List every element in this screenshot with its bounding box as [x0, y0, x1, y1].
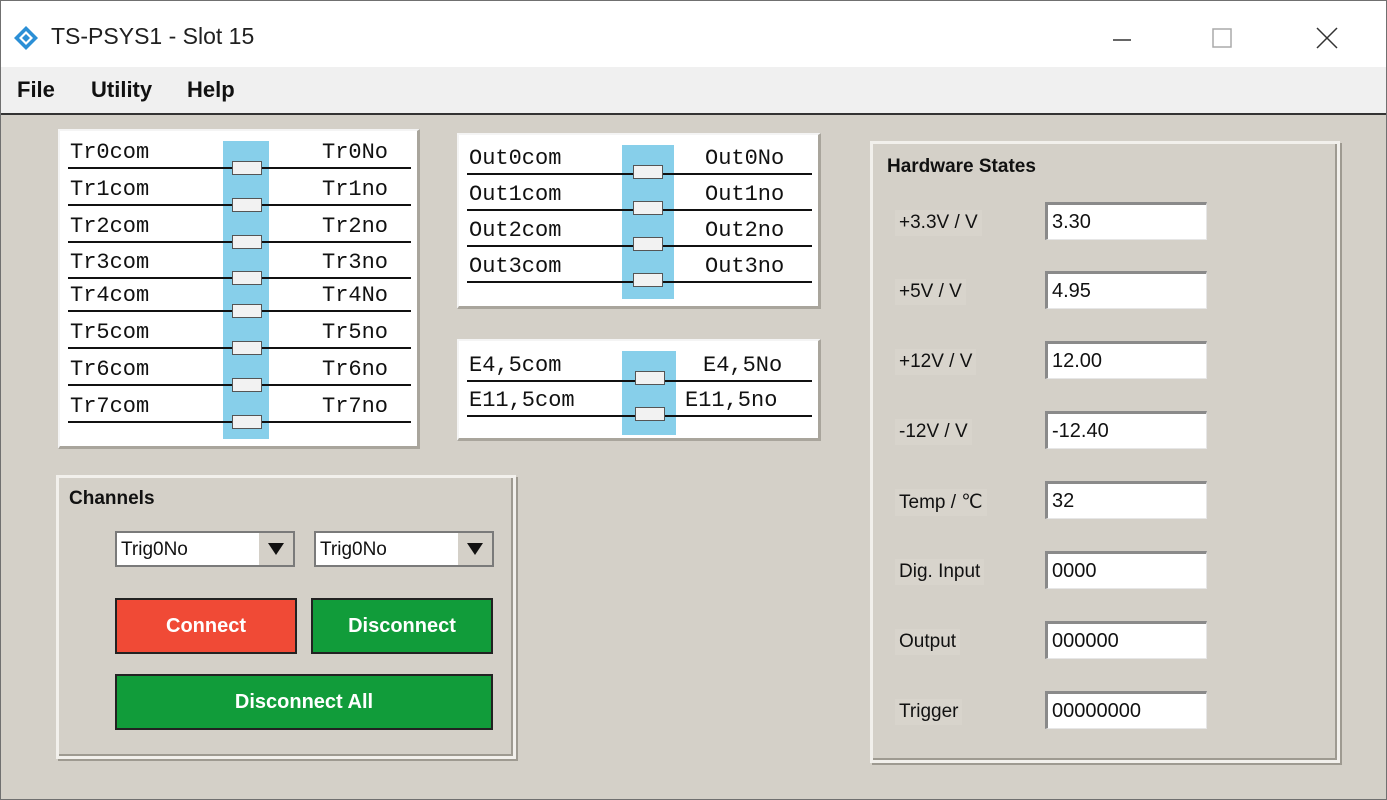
title-bar: TS-PSYS1 - Slot 15 [1, 1, 1386, 67]
relay-bar [223, 141, 269, 439]
relay-no-label: E11,5no [685, 388, 778, 413]
hw-value-trigger: 00000000 [1045, 691, 1207, 729]
relay-switch[interactable] [635, 371, 665, 385]
relay-com-label: Tr6com [70, 357, 150, 382]
relay-com-label: Tr0com [70, 140, 150, 165]
relay-com-label: E4,5com [469, 353, 562, 378]
relay-com-label: E11,5com [469, 388, 575, 413]
hw-label-3v3: +3.3V / V [895, 210, 982, 236]
relay-no-label: Out2no [705, 218, 785, 243]
relay-no-label: Tr3no [322, 250, 389, 275]
disconnect-button[interactable]: Disconnect [311, 598, 493, 654]
hw-value-temp: 32 [1045, 481, 1207, 519]
hw-value-12v: 12.00 [1045, 341, 1207, 379]
relay-com-label: Out0com [469, 146, 562, 171]
disconnect-all-button[interactable]: Disconnect All [115, 674, 493, 730]
relay-no-label: Tr2no [322, 214, 389, 239]
hardware-states-title: Hardware States [883, 154, 1040, 180]
minimize-icon [1113, 39, 1131, 41]
relay-com-label: Tr7com [70, 394, 150, 419]
relay-com-label: Tr4com [70, 283, 150, 308]
relay-switch[interactable] [633, 237, 663, 251]
relay-switch[interactable] [633, 165, 663, 179]
channel-select-1[interactable]: Trig0No [115, 531, 295, 567]
relay-com-label: Out3com [469, 254, 562, 279]
relay-bar [622, 351, 676, 435]
relay-switch[interactable] [232, 235, 262, 249]
menu-file[interactable]: File [17, 77, 55, 103]
hw-label-dig-input: Dig. Input [895, 559, 985, 585]
relay-no-label: Tr7no [322, 394, 389, 419]
relay-switch[interactable] [633, 201, 663, 215]
relay-no-label: Out0No [705, 146, 785, 171]
close-button[interactable] [1304, 15, 1350, 61]
app-logo-icon [14, 26, 38, 50]
relay-no-label: Tr0No [322, 140, 389, 165]
tr-relay-panel: Tr0com Tr0No Tr1com Tr1no Tr2com Tr2no T… [58, 129, 420, 449]
relay-no-label: Out3no [705, 254, 785, 279]
hw-value-5v: 4.95 [1045, 271, 1207, 309]
hw-label-output: Output [895, 629, 961, 655]
relay-no-label: Tr1no [322, 177, 389, 202]
hw-value-3v3: 3.30 [1045, 202, 1207, 240]
channel-select-2[interactable]: Trig0No [314, 531, 494, 567]
menu-help[interactable]: Help [187, 77, 235, 103]
close-icon [1316, 27, 1338, 49]
hw-value-neg12v: -12.40 [1045, 411, 1207, 449]
hw-label-neg12v: -12V / V [895, 419, 972, 445]
relay-switch[interactable] [232, 161, 262, 175]
maximize-icon [1212, 28, 1232, 48]
relay-com-label: Tr2com [70, 214, 150, 239]
menu-utility[interactable]: Utility [91, 77, 152, 103]
hw-label-12v: +12V / V [895, 349, 977, 375]
relay-no-label: Out1no [705, 182, 785, 207]
relay-com-label: Tr5com [70, 320, 150, 345]
window-title: TS-PSYS1 - Slot 15 [51, 23, 255, 49]
dropdown-arrow-icon [458, 533, 492, 565]
connect-button[interactable]: Connect [115, 598, 297, 654]
relay-switch[interactable] [633, 273, 663, 287]
app-window: TS-PSYS1 - Slot 15 File Utility Help Tr0… [0, 0, 1387, 800]
relay-switch[interactable] [232, 341, 262, 355]
hardware-states-group: Hardware States +3.3V / V 3.30 +5V / V 4… [870, 141, 1340, 763]
relay-switch[interactable] [232, 378, 262, 392]
channel-select-1-value: Trig0No [121, 539, 188, 560]
minimize-button[interactable] [1099, 15, 1145, 61]
channels-group: Channels Trig0No Trig0No Connect Disconn… [56, 475, 516, 759]
relay-com-label: Out2com [469, 218, 562, 243]
hw-value-output: 000000 [1045, 621, 1207, 659]
relay-switch[interactable] [232, 198, 262, 212]
hw-label-trigger: Trigger [895, 699, 963, 725]
relay-com-label: Tr3com [70, 250, 150, 275]
relay-switch[interactable] [232, 271, 262, 285]
maximize-button[interactable] [1199, 15, 1245, 61]
relay-no-label: Tr6no [322, 357, 389, 382]
out-relay-panel: Out0com Out0No Out1com Out1no Out2com Ou… [457, 133, 821, 309]
e-relay-panel: E4,5com E4,5No E11,5com E11,5no [457, 339, 821, 441]
relay-switch[interactable] [232, 304, 262, 318]
relay-switch[interactable] [232, 415, 262, 429]
relay-no-label: Tr5no [322, 320, 389, 345]
channels-title: Channels [65, 486, 159, 512]
dropdown-arrow-icon [259, 533, 293, 565]
relay-com-label: Out1com [469, 182, 562, 207]
relay-no-label: Tr4No [322, 283, 389, 308]
relay-switch[interactable] [635, 407, 665, 421]
hw-value-dig-input: 0000 [1045, 551, 1207, 589]
relay-no-label: E4,5No [703, 353, 783, 378]
menu-bar: File Utility Help [1, 67, 1386, 115]
channel-select-2-value: Trig0No [320, 539, 387, 560]
hw-label-5v: +5V / V [895, 279, 966, 305]
hw-label-temp: Temp / ℃ [895, 489, 987, 516]
relay-com-label: Tr1com [70, 177, 150, 202]
